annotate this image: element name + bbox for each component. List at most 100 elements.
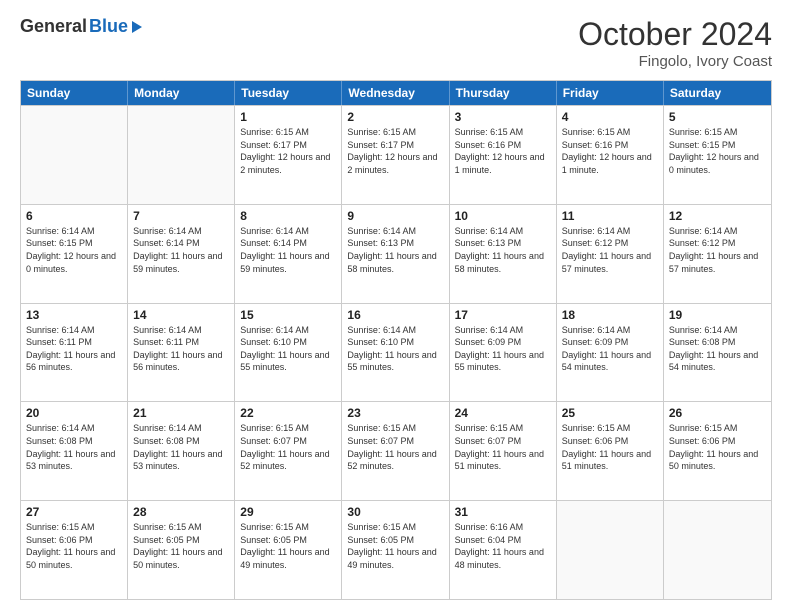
calendar-cell: 22Sunrise: 6:15 AMSunset: 6:07 PMDayligh… [235,402,342,500]
daylight-text: Daylight: 11 hours and 59 minutes. [133,250,229,275]
sunrise-text: Sunrise: 6:15 AM [562,422,658,435]
day-number: 29 [240,505,336,519]
calendar-cell: 1Sunrise: 6:15 AMSunset: 6:17 PMDaylight… [235,106,342,204]
daylight-text: Daylight: 11 hours and 54 minutes. [562,349,658,374]
day-number: 16 [347,308,443,322]
calendar-cell: 31 Sunrise: 6:16 AMSunset: 6:04 PMDayligh… [450,501,557,599]
sunrise-text: Sunrise: 6:15 AM [347,422,443,435]
sunrise-text: Sunrise: 6:15 AM [669,422,766,435]
daylight-text: Daylight: 11 hours and 56 minutes. [133,349,229,374]
title-area: October 2024 Fingolo, Ivory Coast [578,16,772,70]
calendar-cell [664,501,771,599]
weekday-header: Sunday [21,81,128,105]
sunrise-text: Sunrise: 6:14 AM [562,324,658,337]
sunrise-text: Sunrise: 6:15 AM [240,126,336,139]
day-number: 6 [26,209,122,223]
daylight-text: Daylight: 11 hours and 57 minutes. [669,250,766,275]
sunset-text: Sunset: 6:13 PM [347,237,443,250]
calendar-cell: 16Sunrise: 6:14 AMSunset: 6:10 PMDayligh… [342,304,449,402]
calendar-cell: 3Sunrise: 6:15 AMSunset: 6:16 PMDaylight… [450,106,557,204]
daylight-text: Daylight: 11 hours and 53 minutes. [26,448,122,473]
daylight-text: Daylight: 12 hours and 0 minutes. [669,151,766,176]
sunrise-text: Sunrise: 6:14 AM [26,324,122,337]
calendar-row: 27Sunrise: 6:15 AMSunset: 6:06 PMDayligh… [21,500,771,599]
location-subtitle: Fingolo, Ivory Coast [578,53,772,70]
sunrise-text: Sunrise: 6:14 AM [133,324,229,337]
sunrise-text: Sunrise: 6:16 AM [455,521,551,534]
daylight-text: Daylight: 11 hours and 55 minutes. [455,349,551,374]
weekday-header: Thursday [450,81,557,105]
day-number: 8 [240,209,336,223]
sunrise-text: Sunrise: 6:14 AM [133,225,229,238]
sunrise-text: Sunrise: 6:14 AM [455,324,551,337]
calendar-row: 20Sunrise: 6:14 AMSunset: 6:08 PMDayligh… [21,401,771,500]
logo-blue: Blue [89,16,128,37]
sunset-text: Sunset: 6:06 PM [26,534,122,547]
day-number: 12 [669,209,766,223]
calendar-cell: 10Sunrise: 6:14 AMSunset: 6:13 PMDayligh… [450,205,557,303]
sunset-text: Sunset: 6:05 PM [133,534,229,547]
sunset-text: Sunset: 6:08 PM [133,435,229,448]
sunset-text: Sunset: 6:06 PM [669,435,766,448]
daylight-text: Daylight: 11 hours and 55 minutes. [347,349,443,374]
sunrise-text: Sunrise: 6:14 AM [455,225,551,238]
calendar-cell: 24Sunrise: 6:15 AMSunset: 6:07 PMDayligh… [450,402,557,500]
sunset-text: Sunset: 6:11 PM [26,336,122,349]
daylight-text: Daylight: 11 hours and 48 minutes. [455,546,551,571]
calendar-cell: 27Sunrise: 6:15 AMSunset: 6:06 PMDayligh… [21,501,128,599]
day-number: 30 [347,505,443,519]
day-number: 31 [455,505,551,519]
sunrise-text: Sunrise: 6:14 AM [669,324,766,337]
calendar-cell [557,501,664,599]
sunset-text: Sunset: 6:17 PM [347,139,443,152]
daylight-text: Daylight: 12 hours and 0 minutes. [26,250,122,275]
sunset-text: Sunset: 6:04 PM [455,534,551,547]
day-number: 17 [455,308,551,322]
calendar: SundayMondayTuesdayWednesdayThursdayFrid… [20,80,772,600]
sunset-text: Sunset: 6:11 PM [133,336,229,349]
sunrise-text: Sunrise: 6:14 AM [26,225,122,238]
sunrise-text: Sunrise: 6:15 AM [240,521,336,534]
daylight-text: Daylight: 12 hours and 2 minutes. [347,151,443,176]
page: General Blue October 2024 Fingolo, Ivory… [0,0,792,612]
calendar-cell: 7 Sunrise: 6:14 AMSunset: 6:14 PMDaylight… [128,205,235,303]
daylight-text: Daylight: 12 hours and 1 minute. [455,151,551,176]
logo-arrow-icon [132,21,142,33]
weekday-header: Tuesday [235,81,342,105]
calendar-cell: 13Sunrise: 6:14 AMSunset: 6:11 PMDayligh… [21,304,128,402]
logo-area: General Blue [20,16,142,37]
calendar-cell: 9Sunrise: 6:14 AMSunset: 6:13 PMDaylight… [342,205,449,303]
calendar-row: 6Sunrise: 6:14 AMSunset: 6:15 PMDaylight… [21,204,771,303]
sunrise-text: Sunrise: 6:14 AM [669,225,766,238]
calendar-row: 13Sunrise: 6:14 AMSunset: 6:11 PMDayligh… [21,303,771,402]
sunrise-text: Sunrise: 6:15 AM [347,521,443,534]
daylight-text: Daylight: 11 hours and 50 minutes. [669,448,766,473]
daylight-text: Daylight: 11 hours and 52 minutes. [347,448,443,473]
calendar-cell [128,106,235,204]
day-number: 10 [455,209,551,223]
sunrise-text: Sunrise: 6:15 AM [240,422,336,435]
logo-general: General [20,16,87,37]
sunrise-text: Sunrise: 6:14 AM [26,422,122,435]
month-title: October 2024 [578,16,772,53]
calendar-cell: 18Sunrise: 6:14 AMSunset: 6:09 PMDayligh… [557,304,664,402]
day-number: 21 [133,406,229,420]
day-number: 15 [240,308,336,322]
day-number: 14 [133,308,229,322]
day-number: 3 [455,110,551,124]
sunrise-text: Sunrise: 6:14 AM [347,324,443,337]
calendar-cell: 15Sunrise: 6:14 AMSunset: 6:10 PMDayligh… [235,304,342,402]
calendar-cell: 2Sunrise: 6:15 AMSunset: 6:17 PMDaylight… [342,106,449,204]
sunset-text: Sunset: 6:14 PM [133,237,229,250]
logo: General Blue [20,16,142,37]
sunset-text: Sunset: 6:15 PM [26,237,122,250]
day-number: 11 [562,209,658,223]
calendar-cell: 25Sunrise: 6:15 AMSunset: 6:06 PMDayligh… [557,402,664,500]
sunset-text: Sunset: 6:08 PM [26,435,122,448]
sunset-text: Sunset: 6:13 PM [455,237,551,250]
day-number: 24 [455,406,551,420]
calendar-cell: 17Sunrise: 6:14 AMSunset: 6:09 PMDayligh… [450,304,557,402]
sunset-text: Sunset: 6:16 PM [562,139,658,152]
day-number: 7 [133,209,229,223]
daylight-text: Daylight: 11 hours and 52 minutes. [240,448,336,473]
